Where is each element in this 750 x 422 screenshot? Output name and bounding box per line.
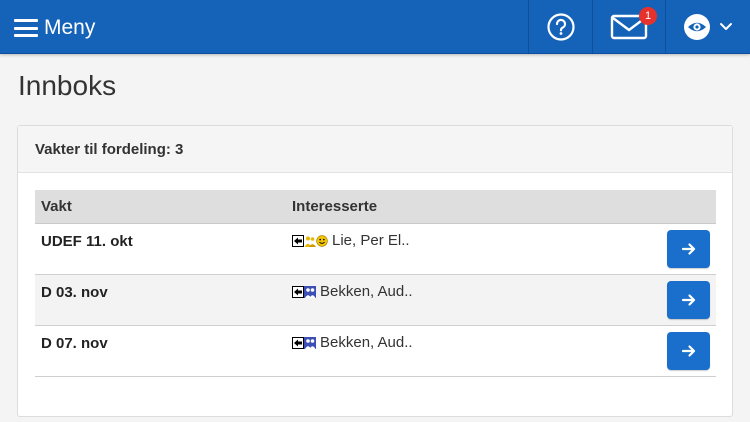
arrow-right-icon [681, 294, 695, 306]
shift-label: D 03. nov [41, 284, 108, 301]
eye-icon [684, 14, 710, 40]
help-button[interactable] [529, 0, 592, 54]
table-row: D 07. nov Bekken, Aud.. [35, 326, 716, 377]
help-circle-icon [546, 13, 575, 41]
page-title: Innboks [18, 70, 117, 101]
arrow-left-box-icon [292, 285, 304, 298]
smiley-icon [316, 234, 328, 247]
view-menu-button[interactable] [666, 0, 750, 54]
column-header-vakt: Vakt [41, 198, 72, 215]
shift-label: UDEF 11. okt [41, 233, 133, 250]
arrow-left-box-icon [292, 234, 304, 247]
open-shift-button[interactable] [667, 332, 710, 370]
interested-name: Lie, Per El.. [332, 232, 410, 249]
column-header-interesserte: Interesserte [292, 198, 378, 215]
hamburger-icon [14, 19, 38, 37]
status-icons [292, 336, 316, 349]
people-blue-icon [304, 285, 316, 298]
people-blue-icon [304, 336, 316, 349]
panel-header: Vakter til fordeling: 3 [18, 126, 732, 173]
interested-name: Bekken, Aud.. [320, 283, 413, 300]
menu-button[interactable]: Meny [14, 13, 95, 43]
arrow-left-box-icon [292, 336, 304, 349]
table-header: Vakt Interesserte [35, 190, 716, 224]
chevron-down-icon [720, 23, 732, 30]
unread-badge: 1 [639, 7, 657, 25]
interested-name: Bekken, Aud.. [320, 334, 413, 351]
inbox-button[interactable] [593, 0, 665, 54]
table-row: D 03. nov Bekken, Aud.. [35, 275, 716, 326]
interested-cell: Lie, Per El.. [292, 232, 410, 249]
arrow-right-icon [681, 243, 695, 255]
shift-label: D 07. nov [41, 335, 108, 352]
table-row: UDEF 11. okt Lie, Per El.. [35, 224, 716, 275]
status-icons [292, 285, 316, 298]
open-shift-button[interactable] [667, 281, 710, 319]
people-yellow-icon [304, 236, 316, 247]
top-navigation-bar: Meny 1 [0, 0, 750, 54]
interested-cell: Bekken, Aud.. [292, 334, 413, 351]
shifts-panel: Vakter til fordeling: 3 Vakt Interessert… [17, 125, 733, 417]
status-icons [292, 234, 328, 247]
interested-cell: Bekken, Aud.. [292, 283, 413, 300]
menu-label: Meny [44, 16, 96, 39]
open-shift-button[interactable] [667, 230, 710, 268]
arrow-right-icon [681, 345, 695, 357]
shifts-table: Vakt Interesserte UDEF 11. okt Lie, Per … [35, 190, 716, 377]
